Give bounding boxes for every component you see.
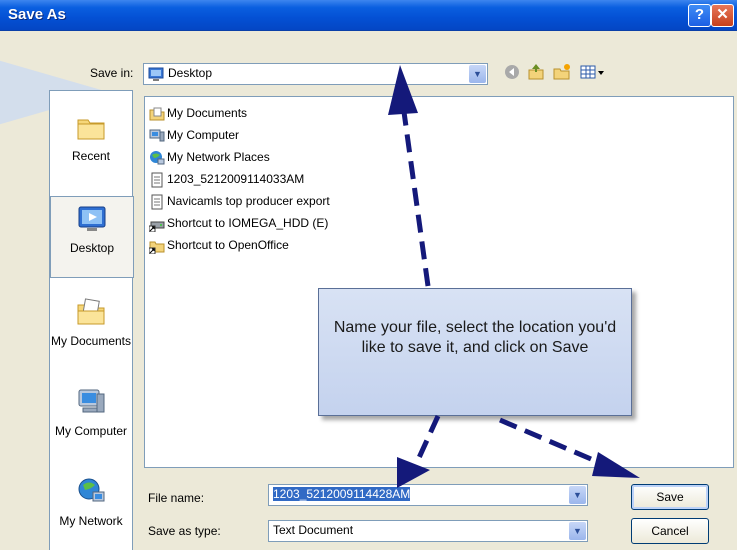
place-label: Desktop (69, 241, 115, 255)
place-my-documents[interactable]: My Documents (50, 296, 132, 348)
my-network-icon (75, 476, 107, 508)
file-name: Navicamls top producer export (167, 194, 330, 208)
list-item[interactable]: Navicamls top producer export (149, 193, 330, 213)
instruction-callout: Name your file, select the location you'… (318, 288, 632, 416)
desktop-icon (76, 203, 108, 235)
file-name-value: 1203_5212009114428AM (273, 487, 411, 501)
chevron-down-icon[interactable]: ▼ (569, 486, 586, 504)
chevron-down-icon[interactable]: ▼ (569, 522, 586, 540)
file-name: 1203_5212009114033AM (167, 172, 305, 186)
list-item[interactable]: My Computer (149, 127, 239, 147)
place-label: Recent (71, 149, 111, 163)
save-as-type-value: Text Document (273, 523, 354, 537)
back-icon[interactable] (503, 63, 521, 81)
title-bar: Save As ? ✕ (0, 0, 737, 31)
file-name: My Computer (167, 128, 240, 142)
save-in-label: Save in: (90, 66, 134, 80)
view-menu-icon[interactable] (580, 63, 606, 81)
text-file-icon (149, 172, 165, 188)
save-as-dialog: Save As ? ✕ Save in: Desktop ▼ Recent De… (0, 0, 737, 550)
recent-folder-icon (75, 111, 107, 143)
place-label: My Network (59, 514, 123, 528)
save-as-type-select[interactable]: Text Document ▼ (268, 520, 588, 542)
computer-icon (149, 128, 165, 144)
my-documents-icon (75, 296, 107, 328)
list-item[interactable]: My Documents (149, 105, 247, 125)
list-item[interactable]: Shortcut to IOMEGA_HDD (E) (148, 215, 329, 235)
place-desktop[interactable]: Desktop (50, 196, 134, 278)
save-as-type-label: Save as type: (148, 524, 221, 538)
drive-shortcut-icon (148, 216, 165, 233)
my-computer-icon (75, 386, 107, 418)
close-button[interactable]: ✕ (711, 4, 734, 27)
file-name: Shortcut to IOMEGA_HDD (E) (167, 216, 329, 230)
places-bar: Recent Desktop My Documents My Computer … (49, 90, 134, 550)
place-my-network[interactable]: My Network (50, 476, 132, 528)
list-item[interactable]: My Network Places (149, 149, 270, 169)
folder-icon (149, 106, 165, 122)
file-name: My Documents (167, 106, 248, 120)
chevron-down-icon[interactable]: ▼ (469, 65, 486, 83)
place-label: My Documents (50, 334, 132, 348)
folder-shortcut-icon (148, 238, 165, 255)
save-button[interactable]: Save (631, 484, 709, 510)
cancel-button[interactable]: Cancel (631, 518, 709, 544)
save-in-value: Desktop (168, 66, 213, 80)
save-in-dropdown[interactable]: Desktop ▼ (143, 63, 488, 85)
text-file-icon (149, 194, 165, 210)
desktop-small-icon (148, 66, 164, 82)
list-item[interactable]: Shortcut to OpenOffice (148, 237, 289, 257)
callout-text: Name your file, select the location you'… (333, 319, 617, 356)
place-label: My Computer (54, 424, 128, 438)
network-icon (149, 150, 165, 166)
list-item[interactable]: 1203_5212009114033AM (149, 171, 304, 191)
place-my-computer[interactable]: My Computer (50, 386, 132, 438)
file-name-input[interactable]: 1203_5212009114428AM ▼ (268, 484, 588, 506)
file-name-label: File name: (148, 491, 205, 505)
up-folder-icon[interactable] (527, 63, 545, 81)
place-recent[interactable]: Recent (50, 111, 132, 163)
help-button[interactable]: ? (688, 4, 711, 27)
file-name: Shortcut to OpenOffice (167, 238, 289, 252)
new-folder-icon[interactable] (553, 63, 571, 81)
window-title: Save As (8, 6, 66, 23)
file-name: My Network Places (167, 150, 270, 164)
